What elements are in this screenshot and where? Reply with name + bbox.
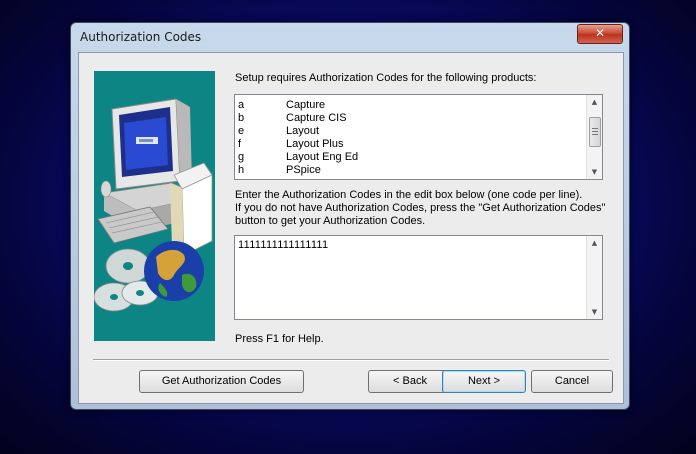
product-name: Layout Eng Ed (286, 151, 359, 163)
product-name: PSpice (286, 164, 321, 176)
product-code: f (238, 138, 242, 150)
instructions-line-3: button to get your Authorization Codes. (235, 215, 426, 227)
close-icon: ✕ (594, 26, 606, 40)
setup-illustration (93, 71, 215, 341)
divider (93, 359, 609, 361)
list-item[interactable]: f Layout Plus (238, 138, 578, 151)
title-bar[interactable]: Authorization Codes ✕ (71, 23, 629, 51)
codes-scrollbar[interactable]: ▲ ▼ (586, 236, 602, 319)
product-code: a (238, 99, 245, 111)
scroll-down-icon[interactable]: ▼ (587, 308, 602, 316)
next-button[interactable]: Next > (442, 370, 526, 393)
product-name: Layout (286, 125, 320, 137)
product-name: Layout Plus (286, 138, 344, 150)
scroll-up-icon[interactable]: ▲ (587, 239, 602, 247)
scroll-thumb[interactable] (589, 117, 601, 147)
authorization-codes-textarea[interactable]: 1111111111111111 ▲ ▼ (234, 235, 603, 320)
product-code: g (238, 151, 245, 163)
product-name: Capture CIS (286, 112, 347, 124)
help-text: Press F1 for Help. (235, 333, 324, 345)
computer-cd-globe-icon (93, 98, 213, 312)
window-title: Authorization Codes (80, 30, 202, 44)
scroll-up-icon[interactable]: ▲ (587, 98, 602, 106)
list-item[interactable]: e Layout (238, 125, 578, 138)
instructions-line-2: If you do not have Authorization Codes, … (235, 202, 606, 214)
product-code: b (238, 112, 245, 124)
get-authorization-codes-button[interactable]: Get Authorization Codes (139, 370, 304, 393)
close-button[interactable]: ✕ (577, 24, 623, 44)
product-name: Capture (286, 99, 326, 111)
dialog-client-area: Setup requires Authorization Codes for t… (78, 52, 624, 404)
products-scrollbar[interactable]: ▲ ▼ (586, 95, 602, 179)
authorization-codes-value: 1111111111111111 (238, 239, 329, 251)
back-button[interactable]: < Back (368, 370, 452, 393)
instructions-line-1: Enter the Authorization Codes in the edi… (235, 189, 583, 201)
list-item[interactable]: h PSpice (238, 164, 578, 177)
instructions-header: Setup requires Authorization Codes for t… (235, 72, 537, 84)
list-item[interactable]: g Layout Eng Ed (238, 151, 578, 164)
scroll-down-icon[interactable]: ▼ (587, 168, 602, 176)
product-code: h (238, 164, 245, 176)
list-item[interactable]: a Capture (238, 99, 578, 112)
list-item[interactable]: b Capture CIS (238, 112, 578, 125)
cancel-button[interactable]: Cancel (531, 370, 613, 393)
product-code: e (238, 125, 245, 137)
products-listbox[interactable]: a Capture b Capture CIS e Layout f Layou… (234, 94, 603, 180)
authorization-codes-dialog: Authorization Codes ✕ Setup requires Aut… (70, 22, 630, 410)
